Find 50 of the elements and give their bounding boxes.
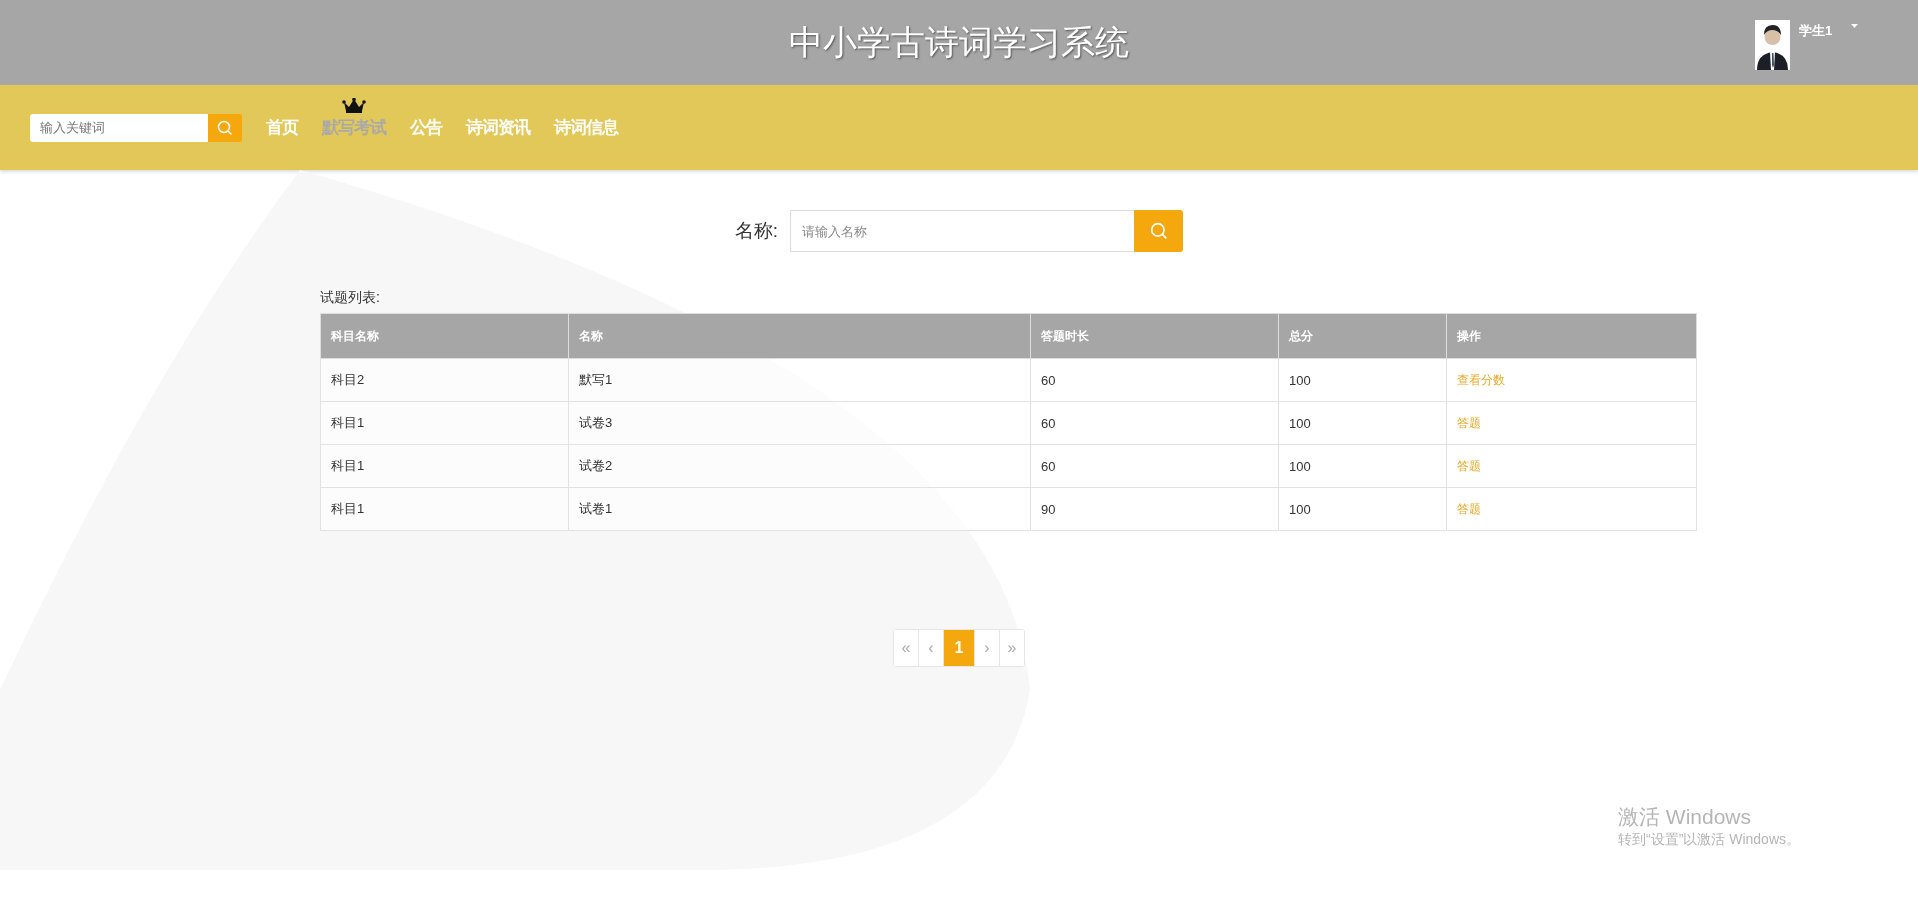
search-button[interactable] (208, 113, 242, 142)
name-label: 名称: (734, 219, 779, 243)
table-cell: 60 (1030, 444, 1279, 488)
table-cell: 试卷3 (568, 401, 1031, 445)
previous-page-button[interactable]: ‹ (919, 630, 944, 666)
caret-icon[interactable] (1851, 24, 1859, 28)
name-search-field[interactable]: 请输入名称 (790, 210, 1135, 252)
table-cell: 100 (1278, 444, 1447, 488)
column-header: 操作 (1446, 313, 1697, 359)
page-button[interactable]: 1 (944, 630, 975, 666)
table-cell: 60 (1030, 358, 1279, 402)
nav-link[interactable]: 诗词资讯 (466, 116, 530, 139)
first-page-button[interactable]: « (894, 630, 919, 666)
table-cell: 90 (1030, 487, 1279, 531)
table-caption: 试题列表: (320, 289, 380, 307)
table-cell: 60 (1030, 401, 1279, 445)
action-link[interactable]: 答题 (1457, 458, 1481, 473)
table-cell: 试卷2 (568, 444, 1031, 488)
table-cell: 默写1 (568, 358, 1031, 402)
site-title: 中小学古诗词学习系统 (789, 22, 1129, 63)
action-link[interactable]: 查看分数 (1457, 372, 1505, 387)
table-cell: 科目1 (320, 401, 569, 445)
next-page-button[interactable]: › (975, 630, 1000, 666)
nav-link[interactable]: 诗词信息 (554, 116, 618, 139)
search-icon (1149, 222, 1168, 240)
column-header: 科目名称 (320, 313, 569, 359)
last-page-button[interactable]: » (1000, 630, 1024, 666)
table-cell: 科目1 (320, 444, 569, 488)
action-link[interactable]: 答题 (1457, 501, 1481, 516)
table-cell: 试卷1 (568, 487, 1031, 531)
action-link[interactable]: 答题 (1457, 415, 1481, 430)
table-cell: 科目2 (320, 358, 569, 402)
table-cell: 100 (1278, 358, 1447, 402)
table-cell: 科目1 (320, 487, 569, 531)
nav-link[interactable]: 首页 (266, 116, 298, 139)
column-header: 名称 (568, 313, 1031, 359)
column-header: 答题时长 (1030, 313, 1279, 359)
activation-title: 激活 Windows (1618, 804, 1753, 830)
nav-link[interactable]: 默写考试 (322, 116, 386, 139)
search-button[interactable] (1134, 210, 1184, 252)
avatar-icon[interactable] (1755, 20, 1790, 70)
keyword-search-field[interactable]: 输入关键词 (30, 113, 208, 142)
column-header: 总分 (1278, 313, 1447, 359)
user-name[interactable]: 学生1 (1799, 22, 1833, 40)
activation-hint: 转到“设置”以激活 Windows。 (1618, 831, 1800, 849)
table-cell: 100 (1278, 401, 1447, 445)
table-cell: 100 (1278, 487, 1447, 531)
crown-icon (342, 98, 366, 113)
nav-link[interactable]: 公告 (410, 116, 442, 139)
search-icon (217, 119, 233, 136)
